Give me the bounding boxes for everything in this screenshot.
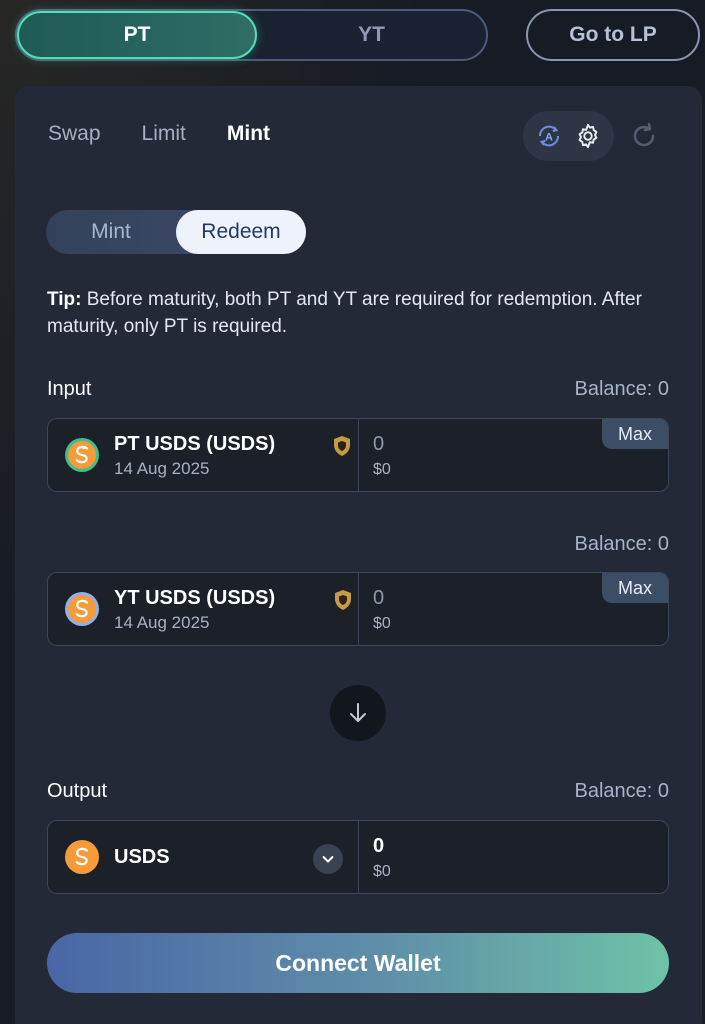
input-label: Input [47,378,92,400]
usds-coin-icon [64,839,100,875]
output-label: Output [47,780,108,802]
pt-tab[interactable]: PT [17,11,257,59]
token-name: YT USDS (USDS) [114,587,276,609]
connect-wallet-button[interactable]: Connect Wallet [47,933,669,993]
tab-swap[interactable]: Swap [48,122,101,146]
usds-coin-icon [64,437,100,473]
pt-max-button[interactable]: Max [602,419,668,449]
pt-usd-value: $0 [373,461,391,478]
svg-text:A: A [545,132,553,144]
mint-redeem-toggle: Mint Redeem [46,210,306,254]
pt-token-selector: PT USDS (USDS) 14 Aug 2025 [48,419,359,491]
usds-coin-icon [64,591,100,627]
trade-tabs: Swap Limit Mint [48,122,311,146]
input-balance: Balance: 0 [574,378,669,400]
redeem-option[interactable]: Redeem [176,210,306,254]
token-name: PT USDS (USDS) [114,433,276,455]
yt-tab[interactable]: YT [257,11,486,59]
go-to-lp-button[interactable]: Go to LP [526,9,700,61]
shield-icon [332,435,352,457]
shield-icon [333,589,353,611]
pt-token-input: PT USDS (USDS) 14 Aug 2025 0 $0 Max [47,418,669,492]
mint-option[interactable]: Mint [46,210,176,254]
tab-mint[interactable]: Mint [227,122,270,146]
output-amount: 0 [373,835,385,857]
tip-text: Tip: Before maturity, both PT and YT are… [47,286,647,340]
trade-panel: Swap Limit Mint A Mint Redeem Tip: Befor… [15,86,702,1024]
yt-amount-input[interactable]: 0 [373,587,384,610]
refresh-icon[interactable] [629,121,659,151]
tab-limit[interactable]: Limit [142,122,186,146]
maturity-date: 14 Aug 2025 [114,459,210,478]
auto-mode-icon[interactable]: A [534,121,564,151]
pt-yt-toggle: PT YT [15,9,488,61]
output-token-selector[interactable]: USDS [48,821,359,893]
tip-prefix: Tip: [47,289,82,310]
yt-usd-value: $0 [373,615,391,632]
yt-token-input: YT USDS (USDS) 14 Aug 2025 0 $0 Max [47,572,669,646]
pt-amount-input[interactable]: 0 [373,433,384,456]
output-balance: Balance: 0 [574,780,669,802]
yt-balance: Balance: 0 [574,533,669,555]
token-name: USDS [114,846,170,868]
yt-max-button[interactable]: Max [602,573,668,603]
arrow-down-icon[interactable] [330,685,386,741]
output-token: USDS 0 $0 [47,820,669,894]
settings-group: A [523,111,614,161]
yt-token-selector: YT USDS (USDS) 14 Aug 2025 [48,573,359,645]
gear-icon[interactable] [573,121,603,151]
output-usd-value: $0 [373,863,391,880]
tip-body: Before maturity, both PT and YT are requ… [47,289,642,337]
chevron-down-icon[interactable] [313,844,343,874]
maturity-date: 14 Aug 2025 [114,613,210,632]
